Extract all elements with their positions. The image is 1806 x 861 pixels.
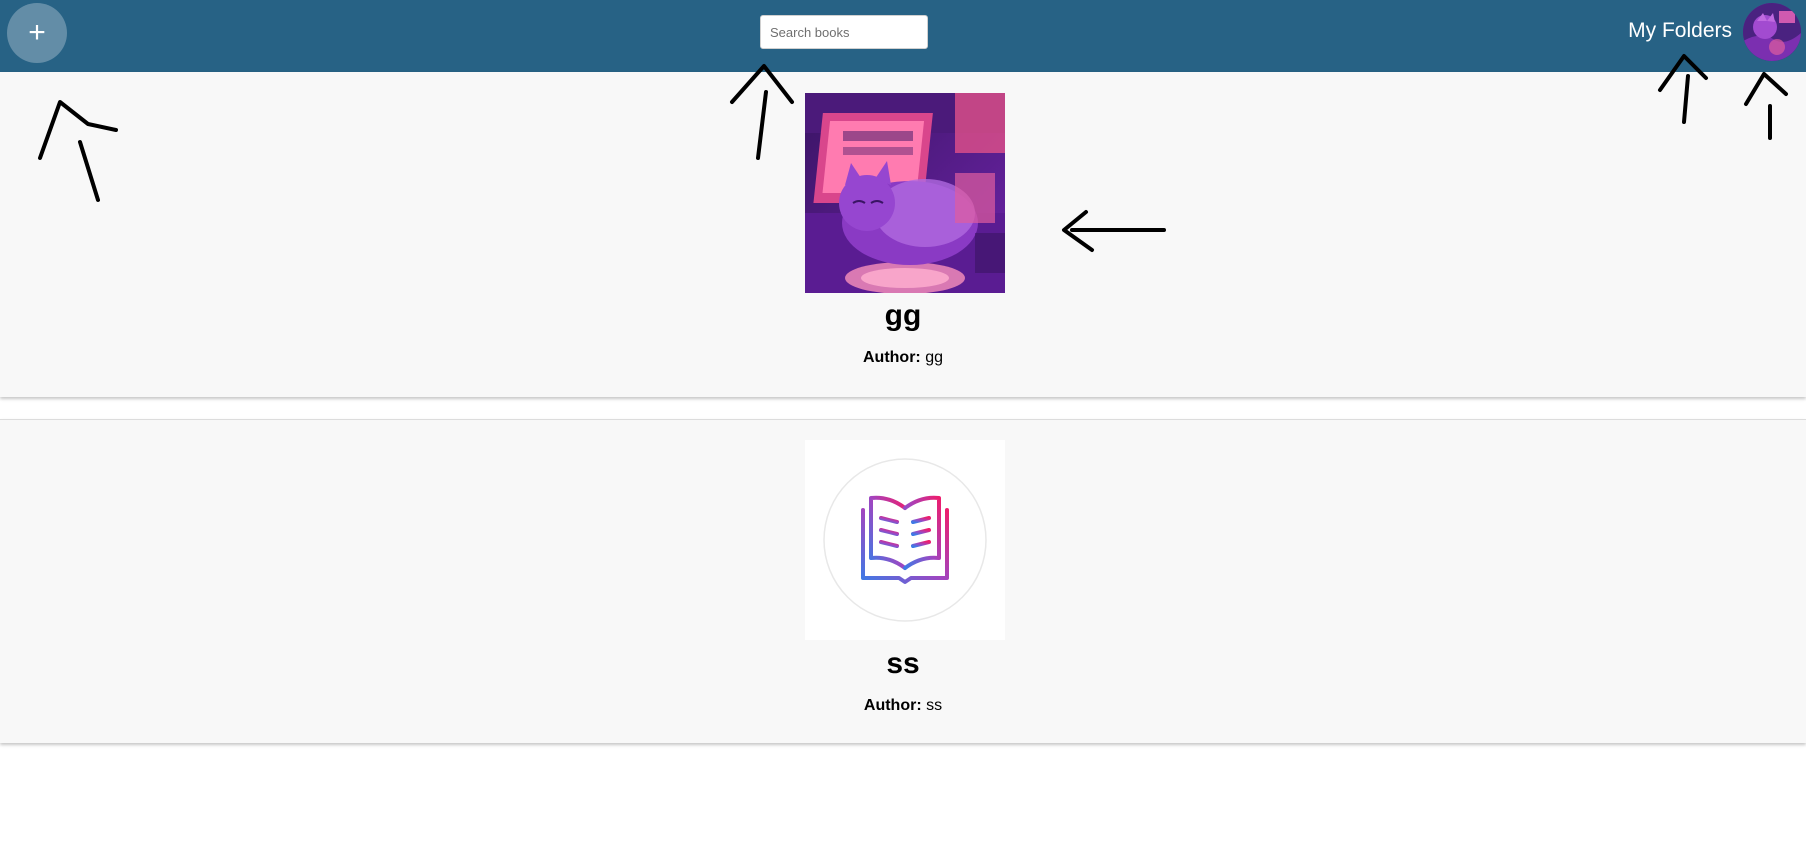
search-input[interactable] [760,15,928,49]
my-folders-link[interactable]: My Folders [1628,19,1732,43]
top-app-bar: + My Folders [0,0,1806,72]
author-name: gg [925,349,943,366]
book-card[interactable]: gg Author: gg [0,72,1806,397]
add-book-button[interactable]: + [7,3,67,63]
book-cover-image[interactable] [805,93,1005,293]
book-author: Author: ss [0,697,1806,715]
open-book-icon [823,458,987,622]
author-label: Author: [862,349,921,366]
author-label: Author: [863,697,922,714]
book-author: Author: gg [0,349,1806,367]
author-name: ss [926,697,943,714]
book-cover-image[interactable] [805,440,1005,640]
avatar[interactable] [1743,3,1801,61]
book-card[interactable]: ss Author: ss [0,419,1806,743]
avatar-image [1743,3,1801,61]
book-title: gg [884,299,922,332]
cat-illustration-icon [805,93,1005,293]
book-title: ss [886,647,920,680]
